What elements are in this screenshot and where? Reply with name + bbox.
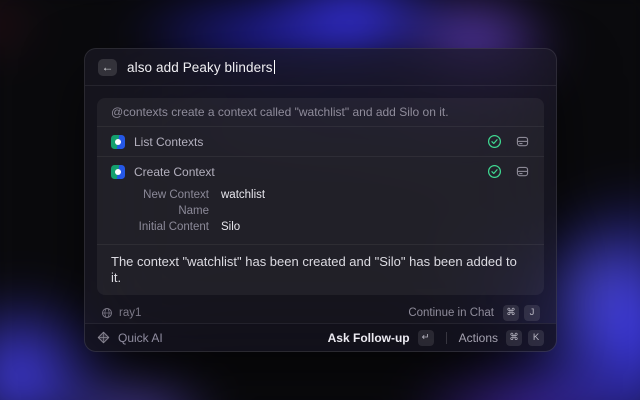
back-arrow-icon: ← [102, 61, 114, 73]
return-keycap: ↵ [418, 330, 434, 346]
success-check-icon [487, 134, 502, 149]
tool-call-status [487, 164, 530, 179]
actions-button[interactable]: Actions [459, 331, 498, 345]
tool-call-left: Create Context [111, 165, 487, 179]
continue-in-chat[interactable]: Continue in Chat ⌘ J [408, 305, 540, 321]
model-indicator: ray1 [101, 307, 141, 319]
meta-row: ray1 Continue in Chat ⌘ J [97, 305, 544, 321]
contexts-extension-icon [111, 135, 125, 149]
storage-drive-icon [515, 134, 530, 149]
prompt-text: @contexts create a context called "watch… [97, 98, 544, 126]
param-label: New Context Name [111, 187, 209, 219]
quick-ai-gem-icon [97, 331, 110, 344]
success-check-icon [487, 164, 502, 179]
app-label: Quick AI [118, 331, 163, 345]
continue-in-chat-label: Continue in Chat [408, 307, 494, 319]
tool-params: New Context Name watchlist Initial Conte… [97, 186, 544, 244]
k-keycap: K [528, 330, 544, 346]
contexts-extension-icon [111, 165, 125, 179]
tool-call-list-contexts[interactable]: List Contexts [97, 127, 544, 156]
action-bar: Quick AI Ask Follow-up ↵ Actions ⌘ K [85, 323, 556, 351]
model-orb-icon [101, 307, 113, 319]
query-input-row: ← also add Peaky blinders [85, 49, 556, 85]
j-keycap: J [524, 305, 540, 321]
action-bar-divider [446, 332, 447, 344]
storage-drive-icon [515, 164, 530, 179]
query-input[interactable]: also add Peaky blinders [127, 60, 275, 75]
param-row: New Context Name watchlist [111, 187, 530, 219]
cmd-keycap: ⌘ [503, 305, 519, 321]
model-name: ray1 [119, 307, 141, 319]
app-indicator: Quick AI [97, 331, 328, 345]
tool-call-status [487, 134, 530, 149]
cmd-keycap: ⌘ [506, 330, 522, 346]
desktop: ← also add Peaky blinders @contexts crea… [0, 0, 640, 400]
ask-follow-up-button[interactable]: Ask Follow-up [328, 331, 410, 345]
param-value: Silo [221, 219, 240, 235]
response-card: @contexts create a context called "watch… [97, 98, 544, 295]
text-caret [274, 60, 276, 74]
tool-call-label: List Contexts [134, 135, 203, 149]
tool-call-label: Create Context [134, 165, 215, 179]
param-label: Initial Content [111, 219, 209, 235]
param-row: Initial Content Silo [111, 219, 530, 235]
param-value: watchlist [221, 187, 265, 203]
tool-call-create-context[interactable]: Create Context [97, 157, 544, 244]
query-input-value: also add Peaky blinders [127, 60, 273, 75]
quick-ai-panel: ← also add Peaky blinders @contexts crea… [84, 48, 557, 352]
ai-result-text: The context "watchlist" has been created… [97, 245, 544, 295]
tool-call-left: List Contexts [111, 135, 487, 149]
panel-body: @contexts create a context called "watch… [85, 86, 556, 323]
action-bar-right: Ask Follow-up ↵ Actions ⌘ K [328, 330, 544, 346]
back-button[interactable]: ← [98, 59, 117, 76]
